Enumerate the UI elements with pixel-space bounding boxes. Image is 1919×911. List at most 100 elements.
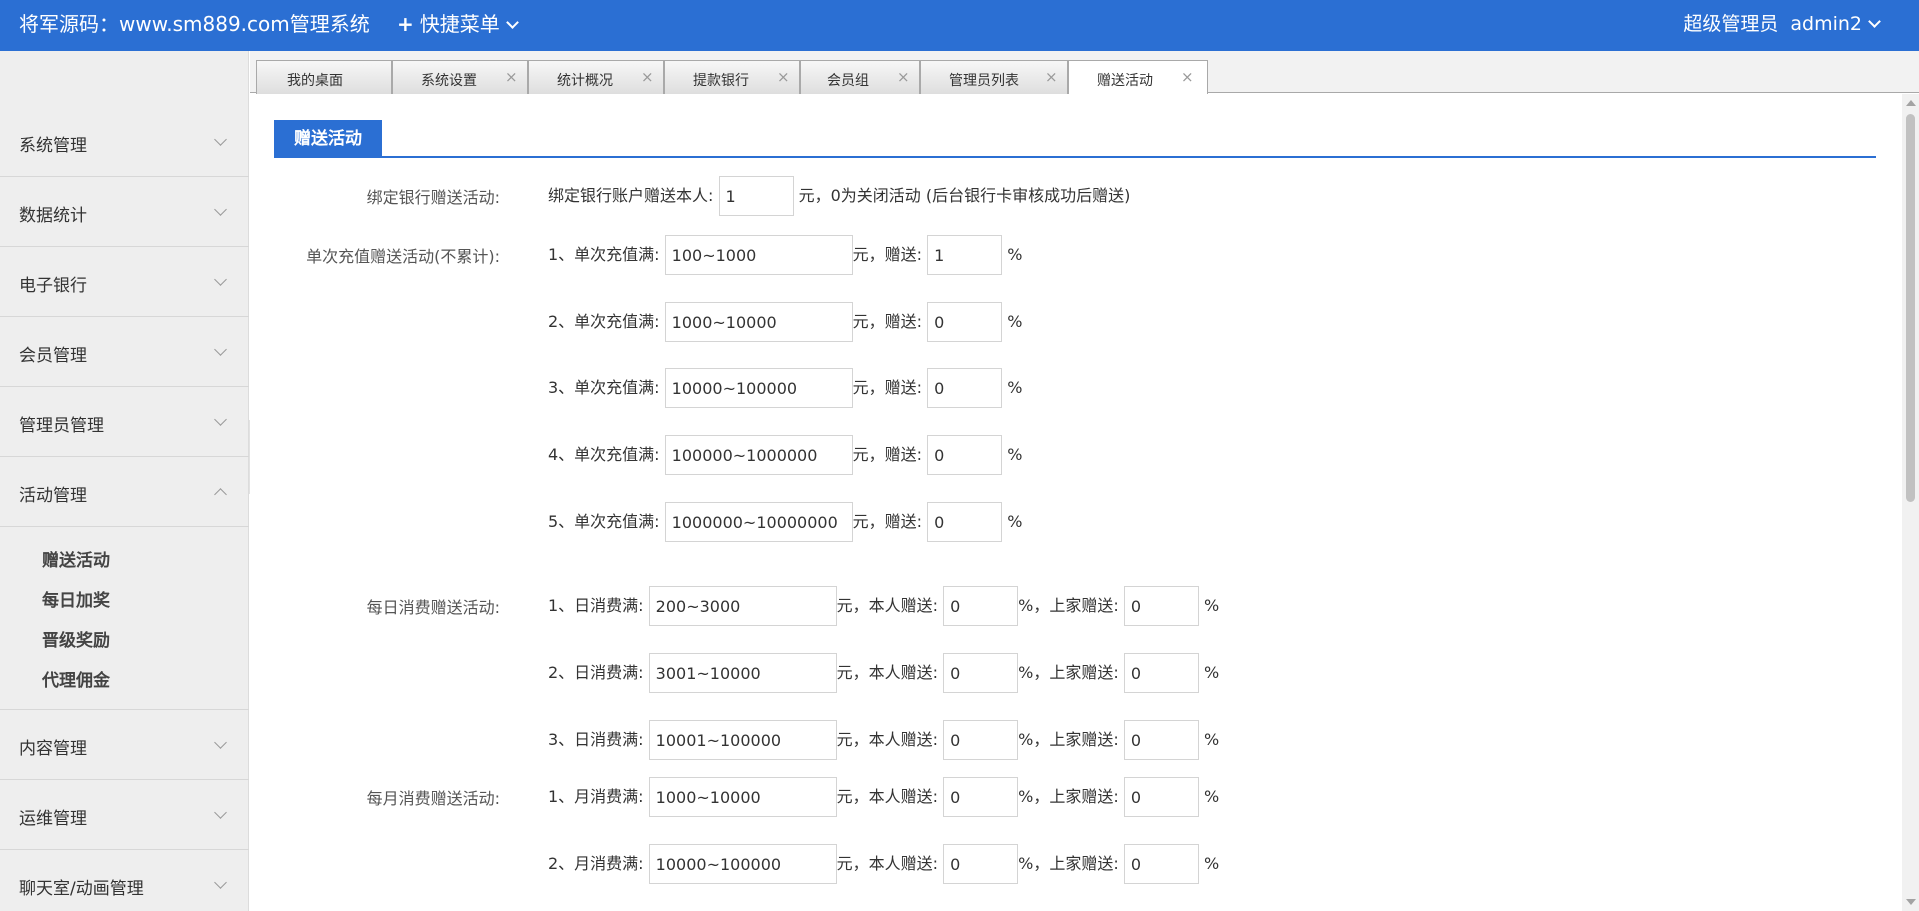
sidebar-item-statistics[interactable]: 数据统计 bbox=[0, 177, 249, 247]
recharge-rate-input[interactable] bbox=[927, 302, 1003, 342]
row-prefix: 1、日消费满: bbox=[548, 596, 644, 615]
tab-gift-activity[interactable]: 赠送活动 × bbox=[1068, 60, 1208, 95]
monthly-self-rate-input[interactable] bbox=[943, 844, 1019, 884]
close-icon[interactable]: × bbox=[641, 68, 654, 86]
percent-label: % bbox=[1203, 596, 1220, 615]
tab-system-settings[interactable]: 系统设置 × bbox=[392, 60, 528, 94]
self-gift-label: 元，本人赠送: bbox=[836, 730, 939, 749]
sidebar-item-label: 数据统计 bbox=[19, 206, 87, 226]
user-menu[interactable]: 超级管理员 admin2 bbox=[1683, 12, 1881, 36]
recharge-rate-input[interactable] bbox=[927, 435, 1003, 475]
sidebar-item-activities[interactable]: 活动管理 bbox=[0, 457, 249, 527]
bank-bind-amount-input[interactable] bbox=[718, 176, 794, 216]
recharge-rate-input[interactable] bbox=[927, 235, 1003, 275]
close-icon[interactable]: × bbox=[1045, 68, 1058, 86]
daily-upper-rate-input[interactable] bbox=[1123, 586, 1199, 626]
content-scrollbar[interactable] bbox=[1902, 94, 1919, 911]
tab-label: 管理员列表 bbox=[949, 73, 1019, 89]
row-prefix: 4、单次充值满: bbox=[548, 445, 660, 464]
upper-gift-label: %，上家赠送: bbox=[1018, 854, 1119, 873]
recharge-rate-input[interactable] bbox=[927, 502, 1003, 542]
bank-bind-row: 绑定银行账户赠送本人: 元，0为关闭活动 (后台银行卡审核成功后赠送) bbox=[548, 176, 1130, 216]
tab-bar: 我的桌面 系统设置 × 统计概况 × 提款银行 × 会员组 × 管理员列表 × 赠送活动 × bbox=[250, 51, 1919, 95]
daily-upper-rate-input[interactable] bbox=[1123, 720, 1199, 760]
sidebar-item-label: 会员管理 bbox=[19, 346, 87, 366]
row-prefix: 1、月消费满: bbox=[548, 787, 644, 806]
daily-self-rate-input[interactable] bbox=[943, 586, 1019, 626]
row-prefix: 5、单次充值满: bbox=[548, 512, 660, 531]
self-gift-label: 元，本人赠送: bbox=[836, 663, 939, 682]
recharge-range-input[interactable] bbox=[664, 502, 853, 542]
quick-menu-button[interactable]: + 快捷菜单 bbox=[397, 12, 519, 36]
tab-label: 统计概况 bbox=[557, 73, 613, 89]
chevron-down-icon bbox=[505, 16, 519, 29]
monthly-self-rate-input[interactable] bbox=[943, 777, 1019, 817]
sidebar-item-ebank[interactable]: 电子银行 bbox=[0, 247, 249, 317]
scroll-up-icon[interactable] bbox=[1906, 100, 1916, 106]
monthly-upper-rate-input[interactable] bbox=[1123, 844, 1199, 884]
sidebar-item-label: 系统管理 bbox=[19, 136, 87, 156]
row-prefix: 2、月消费满: bbox=[548, 854, 644, 873]
recharge-range-input[interactable] bbox=[664, 302, 853, 342]
chevron-down-icon bbox=[214, 806, 227, 819]
sidebar-subitem-agent-commission[interactable]: 代理佣金 bbox=[0, 661, 249, 701]
daily-range-input[interactable] bbox=[648, 720, 837, 760]
percent-label: % bbox=[1203, 663, 1220, 682]
upper-gift-label: %，上家赠送: bbox=[1018, 730, 1119, 749]
tab-label: 会员组 bbox=[827, 73, 869, 89]
single-recharge-row: 3、单次充值满: 元，赠送: % bbox=[548, 368, 1022, 408]
sidebar-item-label: 活动管理 bbox=[19, 486, 87, 506]
bank-bind-label: 绑定银行赠送活动: bbox=[366, 188, 500, 207]
chevron-down-icon bbox=[214, 876, 227, 889]
close-icon[interactable]: × bbox=[1181, 68, 1194, 86]
chevron-down-icon bbox=[214, 133, 227, 146]
quick-menu-label: 快捷菜单 bbox=[419, 12, 500, 36]
user-role: 超级管理员 bbox=[1683, 13, 1779, 35]
recharge-range-input[interactable] bbox=[664, 368, 853, 408]
sidebar-item-system[interactable]: 系统管理 bbox=[0, 107, 249, 177]
sidebar-subitem-promotion-reward[interactable]: 晋级奖励 bbox=[0, 621, 249, 661]
sidebar-item-admins[interactable]: 管理员管理 bbox=[0, 387, 249, 457]
sidebar-item-content[interactable]: 内容管理 bbox=[0, 710, 249, 780]
daily-range-input[interactable] bbox=[648, 653, 837, 693]
upper-gift-label: %，上家赠送: bbox=[1018, 787, 1119, 806]
sidebar-subitem-gift-activity[interactable]: 赠送活动 bbox=[0, 541, 249, 581]
close-icon[interactable]: × bbox=[505, 68, 518, 86]
recharge-rate-input[interactable] bbox=[927, 368, 1003, 408]
recharge-range-input[interactable] bbox=[664, 235, 853, 275]
row-prefix: 1、单次充值满: bbox=[548, 245, 660, 264]
daily-spend-row: 2、日消费满: 元，本人赠送: %，上家赠送: % bbox=[548, 653, 1219, 693]
daily-upper-rate-input[interactable] bbox=[1123, 653, 1199, 693]
tab-member-group[interactable]: 会员组 × bbox=[800, 60, 920, 94]
unit-label: 元，赠送: bbox=[852, 312, 923, 331]
scroll-down-icon[interactable] bbox=[1906, 899, 1916, 905]
scroll-thumb[interactable] bbox=[1906, 114, 1915, 502]
unit-label: 元，赠送: bbox=[852, 245, 923, 264]
username: admin2 bbox=[1790, 13, 1862, 35]
row-prefix: 2、单次充值满: bbox=[548, 312, 660, 331]
sidebar-item-members[interactable]: 会员管理 bbox=[0, 317, 249, 387]
tab-label: 赠送活动 bbox=[1097, 73, 1153, 89]
monthly-upper-rate-input[interactable] bbox=[1123, 777, 1199, 817]
daily-self-rate-input[interactable] bbox=[943, 720, 1019, 760]
close-icon[interactable]: × bbox=[777, 68, 790, 86]
tab-desktop[interactable]: 我的桌面 bbox=[256, 60, 392, 94]
monthly-range-input[interactable] bbox=[648, 844, 837, 884]
sidebar-item-label: 内容管理 bbox=[19, 739, 87, 759]
tab-withdraw-bank[interactable]: 提款银行 × bbox=[664, 60, 800, 94]
chevron-down-icon bbox=[214, 273, 227, 286]
percent-label: % bbox=[1203, 787, 1220, 806]
percent-label: % bbox=[1203, 730, 1220, 749]
sidebar-subitem-daily-bonus[interactable]: 每日加奖 bbox=[0, 581, 249, 621]
sidebar-item-label: 管理员管理 bbox=[19, 416, 104, 436]
daily-self-rate-input[interactable] bbox=[943, 653, 1019, 693]
recharge-range-input[interactable] bbox=[664, 435, 853, 475]
daily-range-input[interactable] bbox=[648, 586, 837, 626]
close-icon[interactable]: × bbox=[897, 68, 910, 86]
sidebar-item-chatroom[interactable]: 聊天室/动画管理 bbox=[0, 850, 249, 911]
tab-statistics[interactable]: 统计概况 × bbox=[528, 60, 664, 94]
percent-label: % bbox=[1007, 445, 1023, 464]
tab-admin-list[interactable]: 管理员列表 × bbox=[920, 60, 1068, 94]
sidebar-item-ops[interactable]: 运维管理 bbox=[0, 780, 249, 850]
monthly-range-input[interactable] bbox=[648, 777, 837, 817]
